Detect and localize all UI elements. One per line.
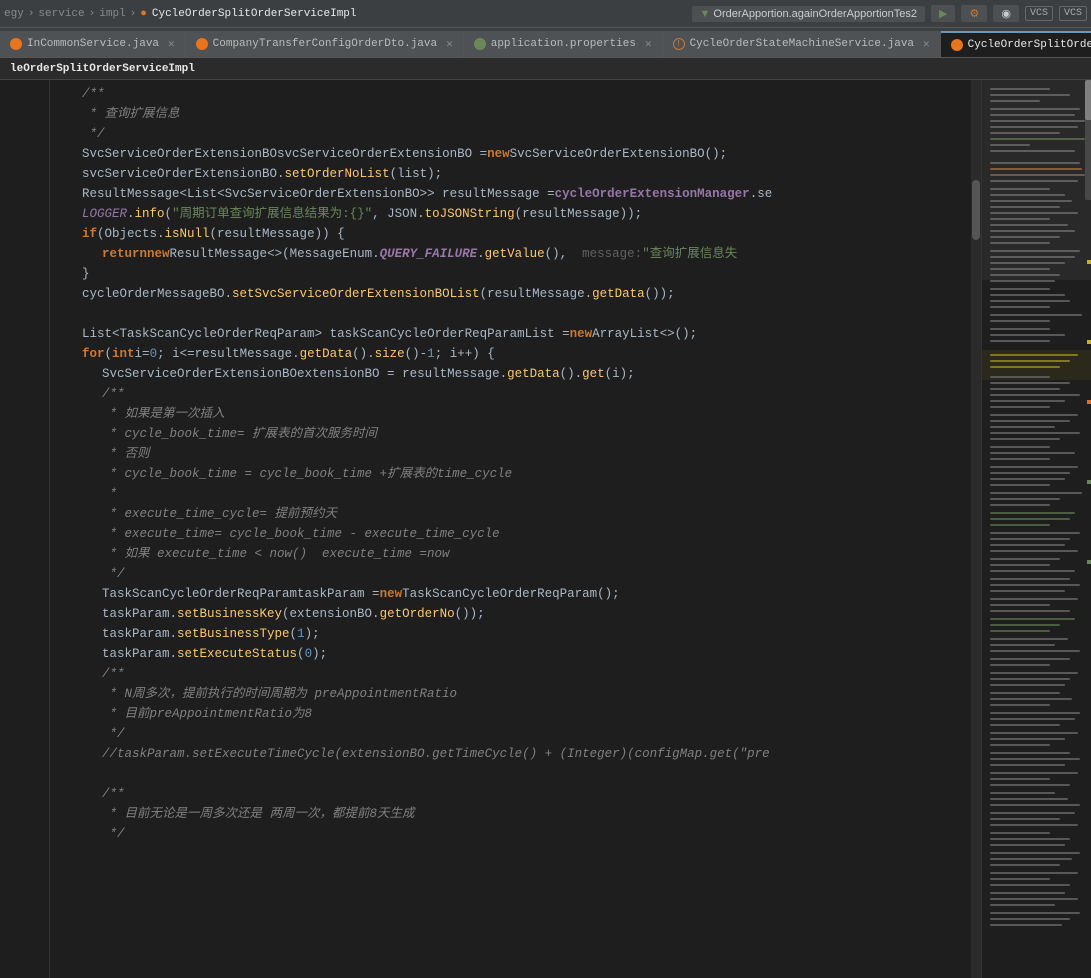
close-icon[interactable]: ✕: [645, 37, 652, 51]
code-line: SvcServiceOrderExtensionBO svcServiceOrd…: [62, 144, 971, 164]
code-line: ResultMessage < List < SvcServiceOrderEx…: [62, 184, 971, 204]
main-layout: ​ ​ ​ ​ ​ ​ ​ ​ ​ ​ ​ ​ ​ ​ ​ ​ ​ ​ ​ ​ …: [0, 80, 1091, 978]
code-line: */: [62, 824, 971, 844]
run-config-dropdown[interactable]: ▼ OrderApportion.againOrderApportionTes2: [692, 6, 926, 22]
code-line: [62, 764, 971, 784]
active-tab-bar: leOrderSplitOrderServiceImpl: [0, 58, 1091, 80]
close-icon[interactable]: ✕: [923, 37, 930, 51]
close-icon[interactable]: ✕: [446, 37, 453, 51]
active-tab-label: leOrderSplitOrderServiceImpl: [10, 63, 195, 75]
code-line: * execute_time_cycle = 提前预约天: [62, 504, 971, 524]
minimap-svg: [982, 80, 1091, 978]
code-line: List < TaskScanCycleOrderReqParam > task…: [62, 324, 971, 344]
tab-cyclesplitorder[interactable]: CycleOrderSplitOrderServiceImpl.ja ✕: [941, 31, 1091, 57]
close-icon[interactable]: ✕: [168, 37, 175, 51]
code-area: ​ ​ ​ ​ ​ ​ ​ ​ ​ ​ ​ ​ ​ ​ ​ ​ ​ ​ ​ ​ …: [0, 80, 1091, 978]
code-line: //taskParam. setExecuteTimeCycle (extens…: [62, 744, 971, 764]
tab-label: CompanyTransferConfigOrderDto.java: [213, 38, 437, 50]
code-content[interactable]: /** * 查询扩展信息 */ SvcServiceOrderExtension…: [50, 80, 971, 978]
code-line: /**: [62, 664, 971, 684]
tab-label: CycleOrderSplitOrderServiceImpl.ja: [968, 39, 1091, 51]
code-line: [62, 304, 971, 324]
properties-icon: [474, 38, 486, 50]
code-line: * cycle_book_time = 扩展表的首次服务时间: [62, 424, 971, 444]
run-config-label: OrderApportion.againOrderApportionTes2: [713, 8, 917, 20]
java-icon: [10, 38, 22, 50]
breadcrumb-impl: impl: [99, 8, 125, 20]
java-icon: [196, 38, 208, 50]
code-line: SvcServiceOrderExtensionBO extensionBO =…: [62, 364, 971, 384]
code-line: TaskScanCycleOrderReqParam taskParam = n…: [62, 584, 971, 604]
top-bar-actions: ▼ OrderApportion.againOrderApportionTes2…: [692, 5, 1088, 22]
vcs-badge-2: VCS: [1059, 6, 1087, 21]
java-icon: !: [673, 38, 685, 50]
tab-label: CycleOrderStateMachineService.java: [690, 38, 914, 50]
code-line: return new ResultMessage <>(MessageEnum.…: [62, 244, 971, 264]
code-line: * 如果是第一次插入: [62, 404, 971, 424]
code-line: svcServiceOrderExtensionBO. setOrderNoLi…: [62, 164, 971, 184]
code-line: if (Objects. isNull (resultMessage)) {: [62, 224, 971, 244]
code-line: *: [62, 484, 971, 504]
code-line: /**: [62, 84, 971, 104]
code-line: }: [62, 264, 971, 284]
breadcrumb-egy: egy: [4, 8, 24, 20]
tab-properties[interactable]: application.properties ✕: [464, 31, 663, 57]
code-line: * 否则: [62, 444, 971, 464]
line-numbers: ​ ​ ​ ​ ​ ​ ​ ​ ​ ​ ​ ​ ​ ​ ​ ​ ​ ​ ​ ​ …: [0, 80, 50, 978]
code-line: /**: [62, 784, 971, 804]
code-line: taskParam. setBusinessKey (extensionBO. …: [62, 604, 971, 624]
minimap[interactable]: [981, 80, 1091, 978]
tab-label: application.properties: [491, 38, 636, 50]
code-line: for ( int i= 0 ; i<=resultMessage. getDa…: [62, 344, 971, 364]
code-line: * 如果 execute_time < now() execute_time =…: [62, 544, 971, 564]
code-line: LOGGER . info ( "周期订单查询扩展信息结果为:{}" , JSO…: [62, 204, 971, 224]
file-tabs: InCommonService.java ✕ CompanyTransferCo…: [0, 28, 1091, 58]
breadcrumb-service: service: [38, 8, 84, 20]
breadcrumb-icon: ●: [140, 8, 147, 20]
code-line: cycleOrderMessageBO. setSvcServiceOrderE…: [62, 284, 971, 304]
tab-companytransfer[interactable]: CompanyTransferConfigOrderDto.java ✕: [186, 31, 464, 57]
code-line: * cycle_book_time = cycle_book_time + 扩展…: [62, 464, 971, 484]
code-line: * N周多次，提前执行的时间周期为 preAppointmentRatio: [62, 684, 971, 704]
code-line: /**: [62, 384, 971, 404]
profile-button[interactable]: ◉: [993, 5, 1019, 22]
tab-incommonservice[interactable]: InCommonService.java ✕: [0, 31, 186, 57]
code-line: */: [62, 564, 971, 584]
tab-cyclestatemachine[interactable]: ! CycleOrderStateMachineService.java ✕: [663, 31, 941, 57]
tab-label: InCommonService.java: [27, 38, 159, 50]
run-config-icon: ▼: [700, 8, 711, 20]
code-line: * execute_time= cycle_book_time - execut…: [62, 524, 971, 544]
code-line: taskParam. setBusinessType ( 1 );: [62, 624, 971, 644]
code-line: * 目前 preAppointmentRatio 为8: [62, 704, 971, 724]
code-line: */: [62, 124, 971, 144]
scrollbar-thumb[interactable]: [972, 180, 980, 240]
breadcrumb-class: CycleOrderSplitOrderServiceImpl: [152, 8, 357, 20]
java-icon: [951, 39, 963, 51]
debug-button[interactable]: ⚙: [961, 5, 987, 22]
code-line: * 查询扩展信息: [62, 104, 971, 124]
vertical-scrollbar[interactable]: [971, 80, 981, 978]
code-line: taskParam. setExecuteStatus ( 0 );: [62, 644, 971, 664]
top-bar: egy › service › impl › ● CycleOrderSplit…: [0, 0, 1091, 28]
breadcrumb: egy › service › impl › ● CycleOrderSplit…: [4, 8, 692, 20]
code-line: */: [62, 724, 971, 744]
run-button[interactable]: ▶: [931, 5, 955, 22]
vcs-badge-1: VCS: [1025, 6, 1053, 21]
code-line: * 目前无论是一周多次还是 两周一次，都提前8天生成: [62, 804, 971, 824]
